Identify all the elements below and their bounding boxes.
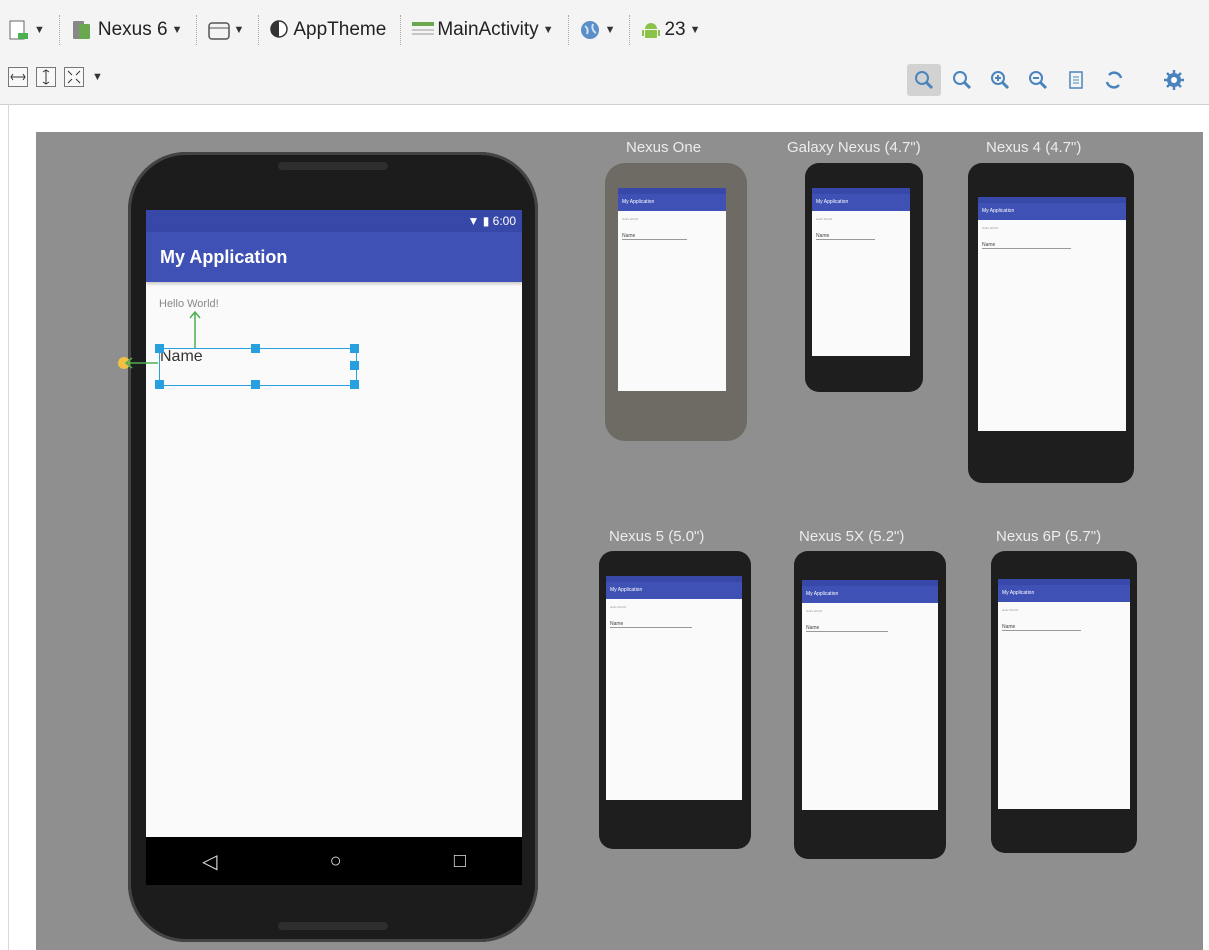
design-surface-icon [8,19,30,41]
expand-icon[interactable] [64,67,84,87]
design-canvas: ▼ ▮ 6:00 My Application Hello World! Nam… [36,132,1203,950]
preview-screen: My Application Hello World! Name [998,579,1130,809]
orientation-icon [207,19,231,41]
api-level-selector[interactable]: 23 ▼ [640,15,701,45]
toolbar-row-secondary: ▼ [8,62,103,92]
design-surface-menu[interactable]: ▼ [8,15,45,45]
resize-handle[interactable] [251,344,260,353]
top-speaker [278,162,388,170]
preview-screen: My Application Hello World! Name [978,197,1126,431]
fit-width-icon[interactable] [8,67,28,87]
activity-selector[interactable]: MainActivity ▼ [411,15,554,45]
preview-label: Galaxy Nexus (4.7") [787,139,921,156]
main-device-screen: ▼ ▮ 6:00 My Application Hello World! Nam… [146,210,522,837]
locale-menu[interactable]: ▼ [579,15,615,45]
zoom-to-fit-icon[interactable] [907,64,941,96]
main-nav-bar: ◁ ○ □ [146,837,522,885]
preview-label: Nexus One [626,139,702,156]
android-icon [640,19,662,41]
device-selector[interactable]: Nexus 6 ▼ [70,15,182,45]
app-title: My Application [146,232,522,282]
preview-label: Nexus 5X (5.2") [799,528,905,545]
refresh-icon[interactable] [1097,64,1131,96]
status-bar: ▼ ▮ 6:00 [146,210,522,232]
activity-icon [411,19,435,41]
device-label: Nexus 6 [97,19,168,40]
layout-editor-toolbar: ▼ Nexus 6 ▼ ▼ AppTheme MainActivity ▼ ▼ … [0,0,1209,104]
expand-caret[interactable]: ▼ [92,71,103,83]
back-icon[interactable]: ◁ [202,849,217,874]
fit-height-icon[interactable] [36,67,56,87]
hello-textview[interactable]: Hello World! [159,298,219,310]
resize-handle[interactable] [155,344,164,353]
orientation-menu[interactable]: ▼ [207,15,244,45]
zoom-controls [903,64,1191,96]
api-level-label: 23 [664,19,686,40]
resize-handle[interactable] [350,344,359,353]
preview-icon[interactable] [1059,64,1093,96]
home-icon[interactable]: ○ [330,850,342,873]
recents-icon[interactable]: □ [454,850,466,873]
theme-icon [269,19,289,41]
locale-icon [579,19,601,41]
battery-icon: ▮ [482,214,490,228]
resize-handle[interactable] [251,380,260,389]
device-icon [70,19,92,41]
wifi-icon: ▼ [467,214,480,228]
bottom-speaker [278,922,388,930]
preview-label: Nexus 6P (5.7") [996,528,1102,545]
constraint-anchor[interactable] [116,354,161,374]
resize-handle[interactable] [350,361,359,370]
status-time: 6:00 [492,214,516,228]
preview-label: Nexus 5 (5.0") [609,528,705,545]
actual-size-icon[interactable] [945,64,979,96]
theme-label: AppTheme [293,19,387,40]
preview-screen: My Application Hello World! Name [618,188,726,391]
resize-handle[interactable] [350,380,359,389]
preview-screen: My Application Hello World! Name [812,188,910,356]
resize-handle[interactable] [155,380,164,389]
settings-icon[interactable] [1157,64,1191,96]
preview-label: Nexus 4 (4.7") [986,139,1082,156]
zoom-in-icon[interactable] [983,64,1017,96]
activity-label: MainActivity [437,19,539,40]
preview-screen: My Application Hello World! Name [606,576,742,800]
preview-screen: My Application Hello World! Name [802,580,938,810]
theme-selector[interactable]: AppTheme [269,15,386,45]
zoom-out-icon[interactable] [1021,64,1055,96]
toolbar-row-primary: ▼ Nexus 6 ▼ ▼ AppTheme MainActivity ▼ ▼ … [8,12,715,48]
constraint-arrow-up [189,310,201,348]
